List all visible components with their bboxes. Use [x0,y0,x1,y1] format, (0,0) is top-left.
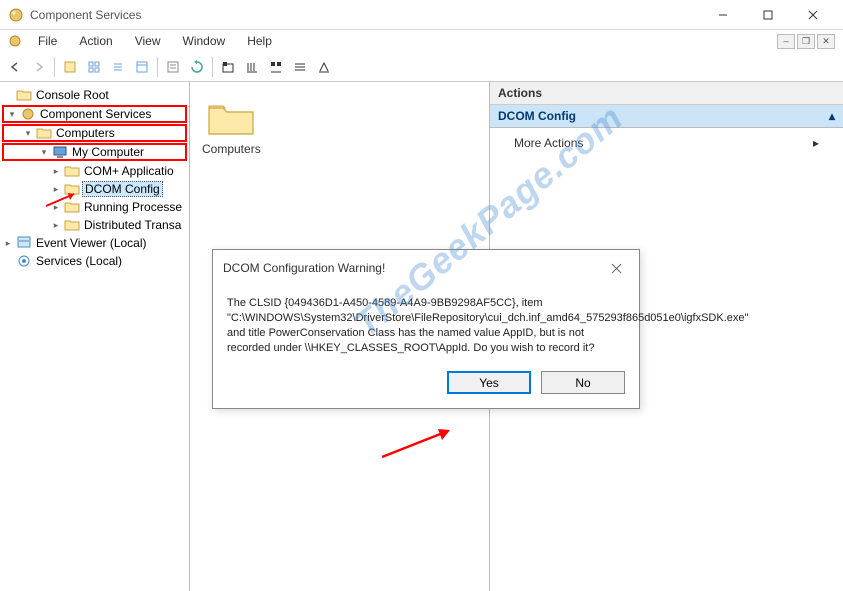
minimize-button[interactable] [700,0,745,30]
chevron-down-icon[interactable]: ▾ [6,109,18,120]
mdi-controls: ‒ ❐ ✕ [777,34,839,49]
tree-item-my-computer[interactable]: ▾ My Computer [2,143,187,161]
tree-label: Event Viewer (Local) [34,236,149,250]
tree-label: My Computer [70,145,146,159]
maximize-button[interactable] [745,0,790,30]
tree-label: Running Processe [82,200,184,214]
refresh-button[interactable] [186,56,208,78]
menu-view[interactable]: View [125,32,171,50]
toolbar-separator [157,57,158,77]
event-viewer-icon [16,235,32,251]
no-button[interactable]: No [541,371,625,394]
forward-button[interactable] [28,56,50,78]
tree-label: COM+ Applicatio [82,164,176,178]
chevron-right-icon[interactable]: ▸ [50,166,62,177]
tree-panel: Console Root ▾ Component Services ▾ Comp… [0,82,190,591]
tree-item-dcom-config[interactable]: ▸ DCOM Config [0,180,189,198]
tool-button-d[interactable] [289,56,311,78]
tree-label: Computers [54,126,117,140]
mdi-close-button[interactable]: ✕ [817,34,835,49]
tree-label: DCOM Config [82,181,163,197]
tree-label: Console Root [34,88,111,102]
menubar: File Action View Window Help ‒ ❐ ✕ [0,30,843,52]
dialog-titlebar: DCOM Configuration Warning! [213,250,639,286]
tree-item-com-apps[interactable]: ▸ COM+ Applicatio [0,162,189,180]
tree-label: Component Services [38,107,153,121]
collapse-up-icon: ▴ [829,109,835,123]
folder-icon [36,125,52,141]
chevron-down-icon[interactable]: ▾ [38,147,50,158]
chevron-down-icon[interactable]: ▾ [22,128,34,139]
back-button[interactable] [4,56,26,78]
close-button[interactable] [790,0,835,30]
dialog-body-text: The CLSID {049436D1-A450-4589-A4A9-9BB92… [213,286,639,355]
folder-icon [16,87,32,103]
menu-window[interactable]: Window [173,32,236,50]
chevron-right-icon[interactable]: ▸ [50,184,62,195]
actions-section-header[interactable]: DCOM Config ▴ [490,105,843,128]
properties-button[interactable] [162,56,184,78]
component-services-icon [20,106,36,122]
app-icon-small [8,34,22,48]
mdi-restore-button[interactable]: ❐ [797,34,815,49]
menu-help[interactable]: Help [237,32,282,50]
show-hide-tree-button[interactable] [59,56,81,78]
actions-header: Actions [490,82,843,105]
chevron-right-icon[interactable]: ▸ [50,202,62,213]
chevron-right-icon: ▸ [813,136,819,150]
view-large-button[interactable] [83,56,105,78]
toolbar-separator [212,57,213,77]
actions-more-label: More Actions [514,136,583,150]
tree-item-computers[interactable]: ▾ Computers [2,124,187,142]
tree-item-component-services[interactable]: ▾ Component Services [2,105,187,123]
app-icon [8,7,24,23]
folder-icon [64,217,80,233]
tree-item-running-processes[interactable]: ▸ Running Processe [0,198,189,216]
folder-icon [64,163,80,179]
actions-section-label: DCOM Config [498,109,576,123]
chevron-right-icon[interactable]: ▸ [2,238,14,249]
toolbar [0,52,843,82]
content-item-computers[interactable]: Computers [196,88,267,162]
content-item-label: Computers [202,142,261,156]
view-detail-button[interactable] [131,56,153,78]
tool-button-a[interactable] [217,56,239,78]
tree-label: Services (Local) [34,254,124,268]
tree-label: Distributed Transa [82,218,183,232]
tool-button-c[interactable] [265,56,287,78]
dialog-buttons: Yes No [213,355,639,408]
folder-icon [64,199,80,215]
actions-more[interactable]: More Actions ▸ [490,128,843,158]
toolbar-separator [54,57,55,77]
titlebar: Component Services [0,0,843,30]
dcom-warning-dialog: DCOM Configuration Warning! The CLSID {0… [212,249,640,409]
chevron-right-icon[interactable]: ▸ [50,220,62,231]
yes-button[interactable]: Yes [447,371,531,394]
window-title: Component Services [30,8,700,22]
tree-item-services[interactable]: Services (Local) [0,252,189,270]
services-icon [16,253,32,269]
menu-file[interactable]: File [28,32,67,50]
dialog-title-text: DCOM Configuration Warning! [223,261,385,275]
view-list-button[interactable] [107,56,129,78]
tree-item-event-viewer[interactable]: ▸ Event Viewer (Local) [0,234,189,252]
tree-item-distributed[interactable]: ▸ Distributed Transa [0,216,189,234]
mdi-minimize-button[interactable]: ‒ [777,34,795,49]
tool-button-e[interactable] [313,56,335,78]
folder-large-icon [207,98,255,138]
computer-icon [52,144,68,160]
menu-action[interactable]: Action [69,32,122,50]
tool-button-b[interactable] [241,56,263,78]
dialog-close-button[interactable] [603,258,629,278]
tree-item-console-root[interactable]: Console Root [0,86,189,104]
folder-icon [64,181,80,197]
